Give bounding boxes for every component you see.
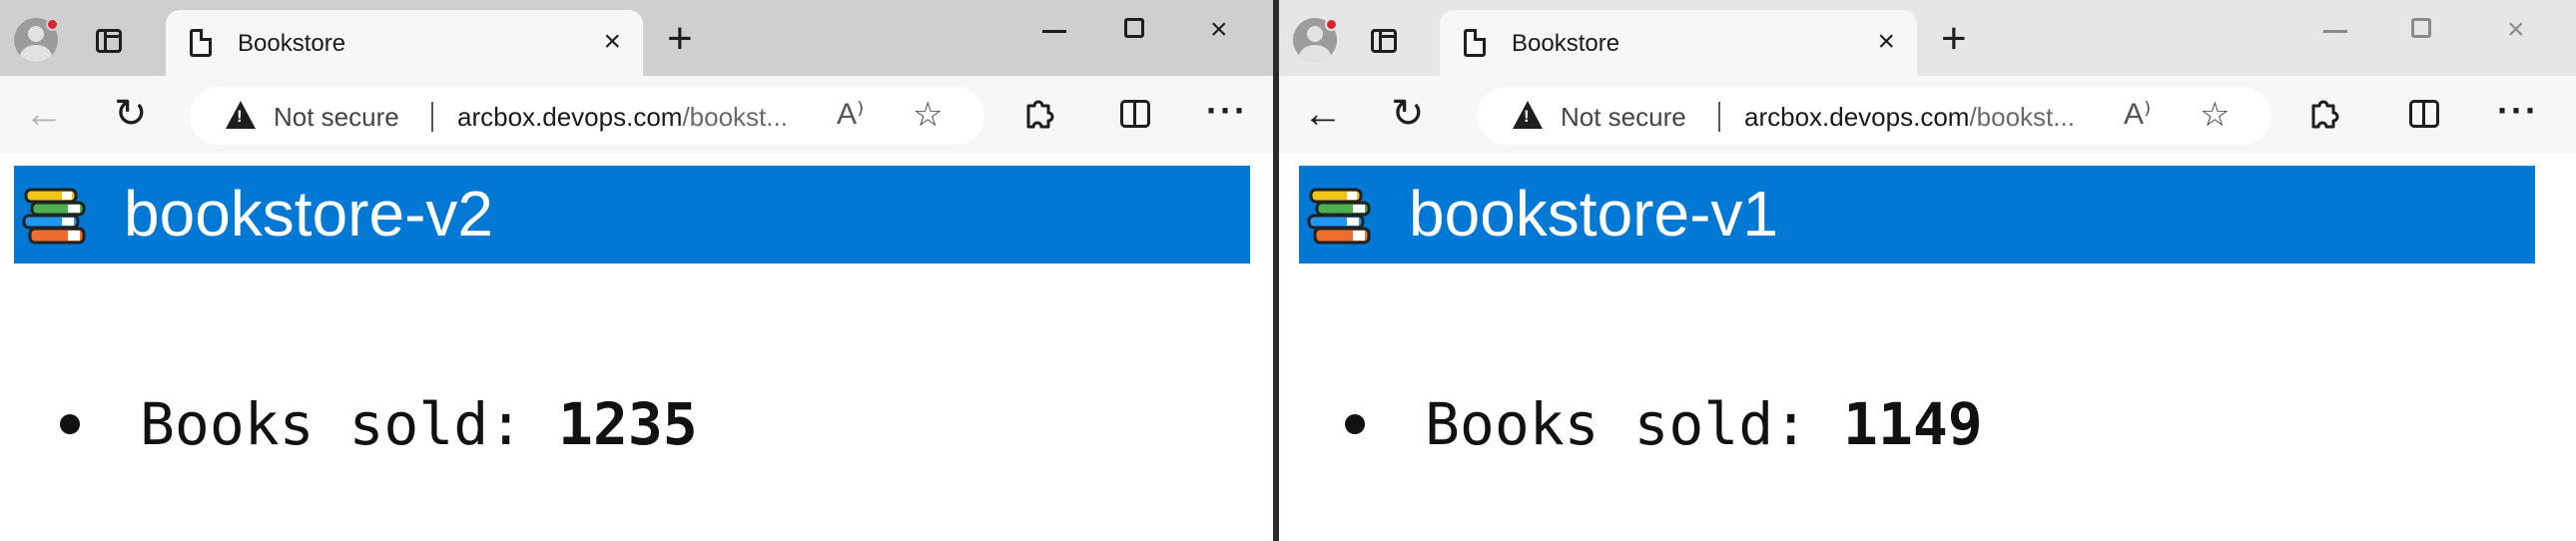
- maximize-icon[interactable]: [2411, 18, 2431, 38]
- toolbar: ← ↻ Not secure arcbox.devops.com/bookst.…: [1279, 76, 2576, 154]
- stat-label: Books sold:: [140, 390, 524, 458]
- address-divider: [431, 102, 433, 132]
- stat-value: 1235: [558, 390, 698, 458]
- new-tab-icon[interactable]: +: [1941, 14, 1967, 64]
- list-item: Books sold: 1235: [60, 389, 698, 459]
- address-bar[interactable]: Not secure arcbox.devops.com/bookst... A…: [1477, 87, 2271, 145]
- split-screen-icon[interactable]: [1120, 100, 1150, 128]
- favorite-icon[interactable]: ☆: [2200, 95, 2230, 135]
- read-aloud-icon[interactable]: A⁾: [2124, 97, 2151, 132]
- books-icon: [22, 188, 86, 245]
- refresh-icon[interactable]: ↻: [114, 90, 148, 138]
- close-tab-icon[interactable]: ×: [1877, 24, 1895, 60]
- browser-window-right: Bookstore × + × ← ↻ Not secure arcbox.de…: [1279, 0, 2576, 541]
- page-icon: [190, 29, 212, 57]
- stat-value: 1149: [1843, 390, 1983, 458]
- tab-title: Bookstore: [1512, 30, 1620, 57]
- tab-strip: Bookstore × + ×: [1279, 0, 2576, 76]
- tab-title: Bookstore: [238, 30, 346, 57]
- extensions-icon[interactable]: [2307, 96, 2341, 130]
- url-text[interactable]: arcbox.devops.com/bookst...: [457, 102, 788, 133]
- security-label: Not secure: [1561, 102, 1686, 132]
- back-icon[interactable]: ←: [1303, 90, 1343, 138]
- warning-icon: [226, 101, 256, 129]
- split-screen-icon[interactable]: [2409, 100, 2439, 128]
- close-tab-icon[interactable]: ×: [603, 24, 621, 60]
- profile-notification-dot: [46, 18, 59, 31]
- more-icon[interactable]: ···: [1206, 90, 1248, 132]
- minimize-icon[interactable]: [2323, 30, 2347, 33]
- stats-list: Books sold: 1235: [60, 389, 698, 459]
- browser-window-left: Bookstore × + × ← ↻ Not secure arcbox.de…: [0, 0, 1273, 541]
- warning-icon: [1513, 101, 1543, 129]
- close-window-icon[interactable]: ×: [2507, 10, 2525, 50]
- tab-actions-icon[interactable]: [1371, 29, 1397, 53]
- back-icon[interactable]: ←: [24, 90, 64, 138]
- url-text[interactable]: arcbox.devops.com/bookst...: [1744, 102, 2075, 133]
- minimize-icon[interactable]: [1042, 30, 1066, 33]
- tab-actions-icon[interactable]: [96, 29, 122, 53]
- page-content: bookstore-v2 Books sold: 1235: [0, 154, 1273, 541]
- books-icon: [1307, 188, 1371, 245]
- address-divider: [1718, 102, 1720, 132]
- tab-bookstore[interactable]: Bookstore ×: [166, 10, 643, 76]
- address-bar[interactable]: Not secure arcbox.devops.com/bookst... A…: [190, 87, 984, 145]
- favorite-icon[interactable]: ☆: [913, 95, 943, 135]
- bullet: [60, 413, 80, 434]
- site-header: bookstore-v2: [14, 166, 1250, 264]
- stats-list: Books sold: 1149: [1345, 389, 1983, 459]
- more-icon[interactable]: ···: [2497, 90, 2539, 132]
- stat-label: Books sold:: [1425, 390, 1809, 458]
- page-title: bookstore-v1: [1409, 178, 1778, 250]
- toolbar: ← ↻ Not secure arcbox.devops.com/bookst.…: [0, 76, 1273, 154]
- refresh-icon[interactable]: ↻: [1391, 90, 1425, 138]
- new-tab-icon[interactable]: +: [667, 14, 693, 64]
- page-title: bookstore-v2: [124, 178, 493, 250]
- list-item: Books sold: 1149: [1345, 389, 1983, 459]
- read-aloud-icon[interactable]: A⁾: [837, 97, 864, 132]
- security-label: Not secure: [274, 102, 399, 132]
- tab-strip: Bookstore × + ×: [0, 0, 1273, 76]
- page-icon: [1464, 29, 1486, 57]
- maximize-icon[interactable]: [1124, 18, 1144, 38]
- site-header: bookstore-v1: [1299, 166, 2535, 264]
- tab-bookstore[interactable]: Bookstore ×: [1440, 10, 1917, 76]
- page-content: bookstore-v1 Books sold: 1149: [1279, 154, 2576, 541]
- extensions-icon[interactable]: [1022, 96, 1056, 130]
- close-window-icon[interactable]: ×: [1210, 10, 1228, 50]
- profile-notification-dot: [1325, 18, 1338, 31]
- bullet: [1345, 413, 1365, 434]
